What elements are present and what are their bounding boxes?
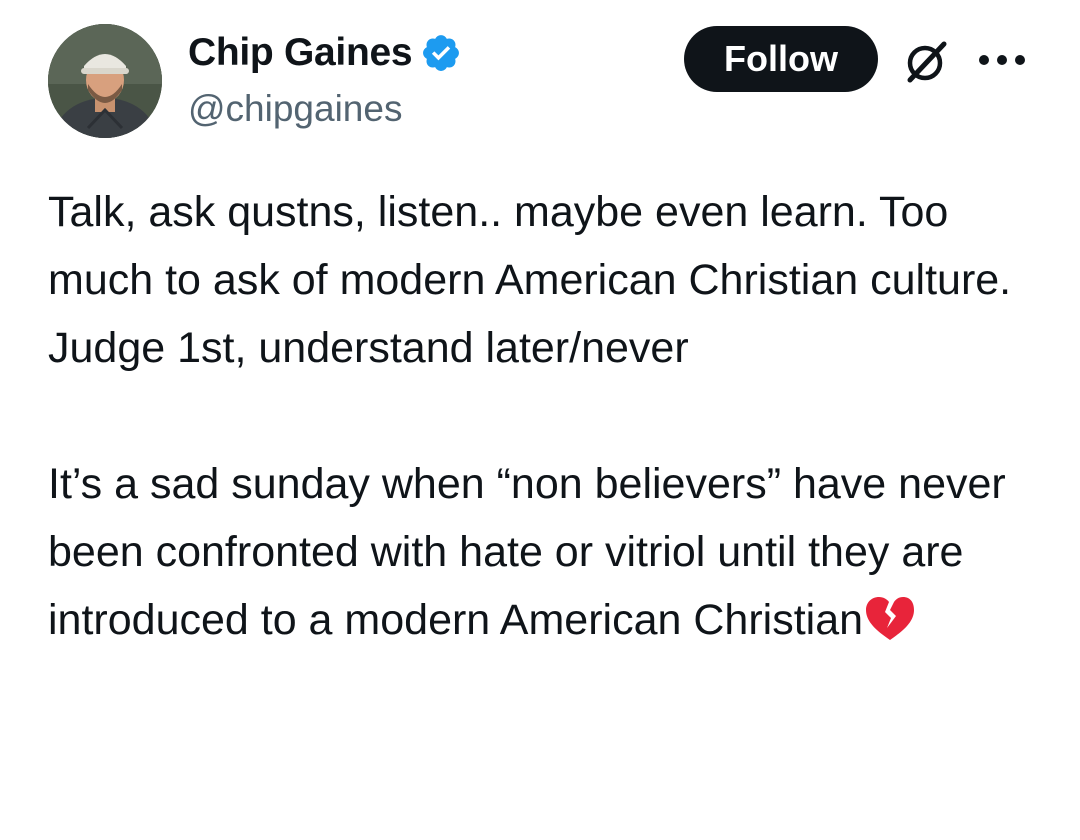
broken-heart-icon (863, 594, 917, 644)
user-handle[interactable]: @chipgaines (188, 88, 402, 130)
display-name[interactable]: Chip Gaines (188, 31, 413, 75)
more-horizontal-icon[interactable] (976, 50, 1028, 70)
profile-photo (48, 24, 162, 138)
verified-badge-icon[interactable] (420, 32, 462, 74)
name-row: Chip Gaines (188, 28, 462, 78)
tweet-paragraph-2: It’s a sad sunday when “non believers” h… (48, 450, 1038, 654)
follow-button[interactable]: Follow (684, 26, 878, 92)
grok-icon[interactable] (900, 36, 952, 88)
tweet-header: Chip Gaines @chipgaines Follow (48, 24, 1048, 144)
tweet-text: Talk, ask qustns, listen.. maybe even le… (48, 178, 1038, 654)
tweet-paragraph-1: Talk, ask qustns, listen.. maybe even le… (48, 188, 1012, 372)
avatar[interactable] (48, 24, 162, 138)
